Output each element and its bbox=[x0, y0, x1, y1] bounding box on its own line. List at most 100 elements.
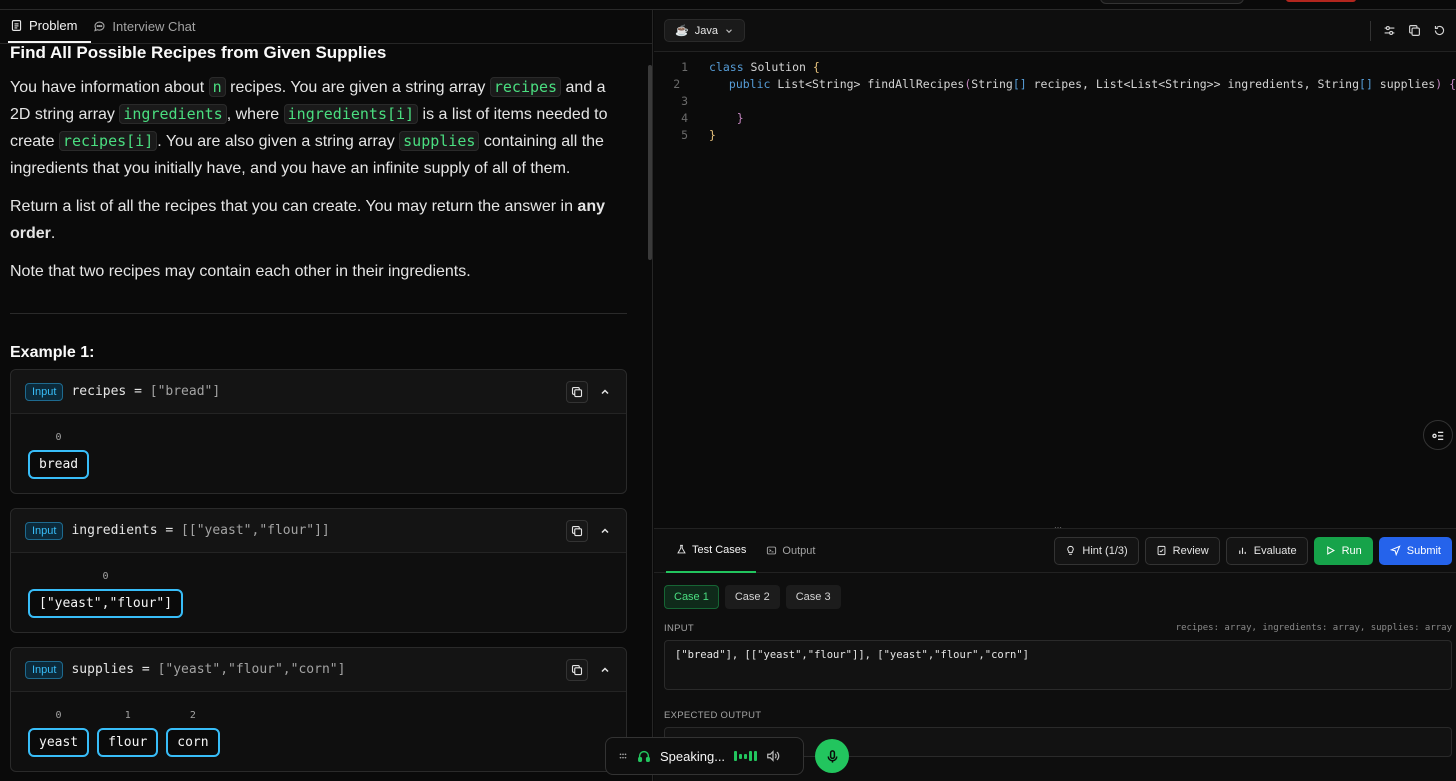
input-name: recipes bbox=[71, 384, 127, 399]
collapse-button[interactable] bbox=[598, 385, 612, 399]
input-equals: = bbox=[126, 384, 150, 399]
top-red-button[interactable] bbox=[1286, 0, 1356, 2]
case-tab-2[interactable]: Case 2 bbox=[724, 585, 780, 609]
test-panel-tabs: Test Cases Output Hint (1/3) Review Eval… bbox=[654, 529, 1456, 573]
tab-output[interactable]: Output bbox=[756, 529, 825, 573]
inline-code: supplies bbox=[399, 131, 480, 151]
input-label-row: INPUT recipes: array, ingredients: array… bbox=[654, 609, 1456, 634]
evaluate-button[interactable]: Evaluate bbox=[1225, 536, 1308, 565]
code-editor[interactable]: 1 class Solution {2 public List<String> f… bbox=[654, 52, 1456, 528]
code-token: class bbox=[709, 60, 744, 74]
array-index: 0 bbox=[55, 432, 62, 443]
case-tabs: Case 1 Case 2 Case 3 bbox=[654, 573, 1456, 609]
code-token: } bbox=[709, 128, 716, 142]
chevron-up-icon bbox=[601, 666, 609, 672]
submit-button[interactable]: Submit bbox=[1378, 536, 1452, 565]
tab-problem[interactable]: Problem bbox=[8, 10, 92, 43]
speaker-icon[interactable] bbox=[766, 749, 780, 763]
input-types: recipes: array, ingredients: array, supp… bbox=[1175, 623, 1452, 633]
copy-icon bbox=[571, 525, 583, 536]
array-visualization: 0 bread bbox=[11, 414, 626, 493]
problem-return-note: Return a list of all the recipes that yo… bbox=[10, 193, 627, 247]
bar-chart-icon bbox=[1238, 547, 1246, 554]
code-token: [] bbox=[1012, 77, 1027, 91]
inline-code: ingredients[i] bbox=[283, 104, 419, 124]
microphone-button[interactable] bbox=[815, 739, 849, 773]
divider bbox=[10, 313, 627, 314]
review-button[interactable]: Review bbox=[1144, 536, 1220, 565]
line-number: 1 bbox=[681, 60, 688, 74]
code-text: } bbox=[688, 111, 744, 128]
submit-label: Submit bbox=[1406, 544, 1441, 557]
top-search-pill[interactable] bbox=[1100, 0, 1244, 4]
input-expression: ingredients = [["yeast","flour"]] bbox=[71, 523, 329, 538]
array-cell: 1 flour bbox=[97, 710, 159, 757]
code-token: List<String> findAllRecipes bbox=[770, 77, 965, 91]
code-line: 1 class Solution { bbox=[654, 60, 1456, 77]
array-index: 0 bbox=[55, 710, 62, 721]
case-tab-1[interactable]: Case 1 bbox=[664, 585, 719, 609]
collapse-button[interactable] bbox=[598, 663, 612, 677]
inline-code: n bbox=[208, 77, 226, 97]
settings-sliders-icon[interactable] bbox=[1383, 24, 1396, 37]
array-value: flour bbox=[97, 728, 159, 757]
desc-text: recipes. You are given a string array bbox=[225, 79, 490, 96]
terminal-icon bbox=[767, 546, 777, 555]
input-equals: = bbox=[134, 662, 158, 677]
code-token: supplies bbox=[1372, 77, 1436, 91]
voice-status-bar: Speaking... bbox=[605, 737, 804, 775]
copy-icon[interactable] bbox=[1408, 24, 1421, 37]
expected-label-row: EXPECTED OUTPUT bbox=[654, 690, 1456, 721]
format-icon bbox=[1432, 431, 1444, 441]
tab-interview-chat[interactable]: Interview Chat bbox=[91, 10, 209, 43]
input-badge: Input bbox=[25, 521, 64, 540]
collapse-button[interactable] bbox=[598, 524, 612, 538]
desc-text: Return a list of all the recipes that yo… bbox=[10, 198, 578, 215]
copy-icon bbox=[571, 664, 583, 675]
line-number: 2 bbox=[673, 77, 681, 91]
problem-description: You have information about n recipes. Yo… bbox=[10, 74, 627, 182]
code-text: } bbox=[688, 128, 716, 145]
code-line: 2 public List<String> findAllRecipes(Str… bbox=[654, 77, 1456, 94]
test-actions: Hint (1/3) Review Evaluate Run Submit bbox=[1054, 536, 1456, 565]
copy-button[interactable] bbox=[566, 380, 588, 403]
input-badge: Input bbox=[25, 382, 64, 401]
expected-output-label: EXPECTED OUTPUT bbox=[664, 710, 762, 721]
problem-title: Find All Possible Recipes from Given Sup… bbox=[10, 43, 387, 62]
input-badge: Input bbox=[25, 660, 64, 679]
array-cell: 2 corn bbox=[166, 710, 220, 757]
run-button[interactable]: Run bbox=[1313, 536, 1373, 565]
evaluate-label: Evaluate bbox=[1253, 544, 1297, 557]
run-label: Run bbox=[1341, 544, 1362, 557]
drag-handle-icon[interactable] bbox=[618, 751, 628, 761]
send-icon bbox=[1389, 545, 1401, 556]
language-select[interactable]: ☕ Java bbox=[664, 19, 745, 42]
chevron-up-icon bbox=[601, 527, 609, 533]
format-button[interactable] bbox=[1423, 420, 1453, 450]
inline-code: recipes bbox=[489, 77, 562, 97]
tab-output-label: Output bbox=[782, 544, 816, 557]
copy-button[interactable] bbox=[566, 658, 588, 681]
copy-button[interactable] bbox=[566, 519, 588, 542]
input-expression: supplies = ["yeast","flour","corn"] bbox=[71, 662, 345, 677]
desc-text: You have information about bbox=[10, 79, 209, 96]
desc-text: . bbox=[50, 225, 56, 242]
array-value: ["yeast","flour"] bbox=[28, 589, 184, 618]
scrollbar[interactable] bbox=[648, 65, 652, 260]
reset-icon[interactable] bbox=[1433, 24, 1446, 37]
code-token: recipes, List<List<String>> ingredients,… bbox=[1026, 77, 1360, 91]
file-text-icon bbox=[11, 20, 22, 31]
hint-button[interactable]: Hint (1/3) bbox=[1054, 536, 1139, 565]
tab-problem-label: Problem bbox=[29, 18, 78, 33]
case-tab-3[interactable]: Case 3 bbox=[785, 585, 841, 609]
array-value: yeast bbox=[28, 728, 90, 757]
inline-code: recipes[i] bbox=[58, 131, 158, 151]
code-token: [] bbox=[1359, 77, 1373, 91]
input-card-header: Input recipes = ["bread"] bbox=[11, 370, 626, 414]
code-line: 4 } bbox=[654, 111, 1456, 128]
test-input-field[interactable]: ["bread"], [["yeast","flour"]], ["yeast"… bbox=[664, 640, 1452, 690]
example-title: Example 1: bbox=[10, 344, 95, 361]
array-index: 2 bbox=[189, 710, 196, 721]
tab-test-cases[interactable]: Test Cases bbox=[666, 529, 757, 573]
